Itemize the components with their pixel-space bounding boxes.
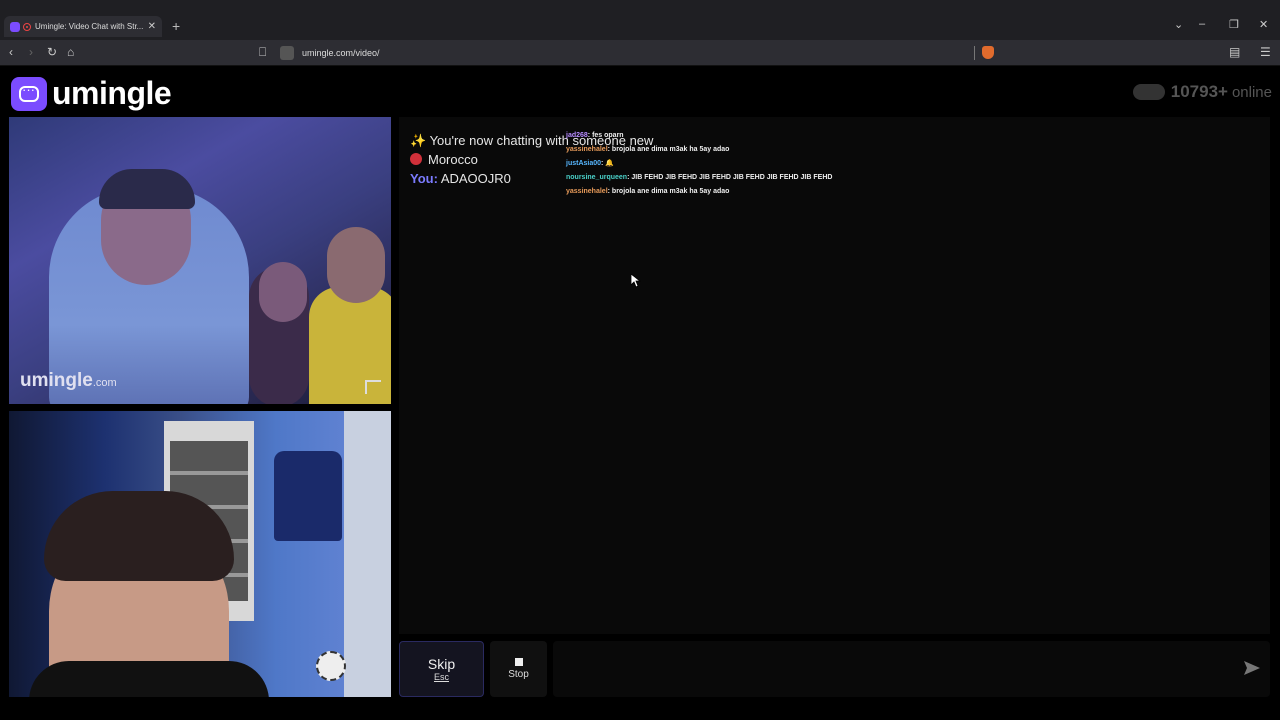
forward-arrow-icon[interactable]: › <box>29 45 33 59</box>
online-count: 10793+ <box>1170 82 1228 101</box>
site-info-icon[interactable] <box>280 46 294 60</box>
umingle-favicon-icon <box>10 21 20 32</box>
tab-close-icon[interactable]: ✕ <box>148 21 156 32</box>
country-text: Morocco <box>428 152 478 167</box>
country-line: Morocco <box>410 152 478 167</box>
stop-icon <box>514 658 523 666</box>
brave-shields-icon[interactable] <box>982 46 994 59</box>
report-flag-icon[interactable] <box>365 380 381 394</box>
you-label: You: <box>410 171 438 186</box>
umingle-page: umingle 10793+ online umingle.com ✨ You'… <box>0 67 1280 702</box>
you-value: ADAOOJR0 <box>440 171 511 186</box>
overlay-message: noursine_urqueen: JIB FEHD JIB FEHD JIB … <box>566 174 833 181</box>
close-window-button[interactable]: ✕ <box>1259 18 1268 31</box>
url-text: umingle.com/video/ <box>302 48 380 58</box>
browser-tab[interactable]: Umingle: Video Chat with Str... ✕ <box>4 16 162 37</box>
skip-button[interactable]: Skip Esc <box>399 641 484 697</box>
stream-chat-overlay: jad268: fes oparn yassinehalel: brojola … <box>566 129 832 199</box>
online-label: online <box>1231 83 1272 101</box>
message-input[interactable] <box>553 641 1270 697</box>
tab-search-chevron-icon[interactable]: ⌄ <box>1174 18 1183 31</box>
reload-icon[interactable]: ↻ <box>47 45 57 59</box>
stop-button[interactable]: Stop <box>490 641 547 697</box>
stranger-video: umingle.com <box>9 117 391 404</box>
mouse-cursor-icon <box>631 274 641 288</box>
overlay-message: justAsia00: 🔔 <box>566 160 615 167</box>
tab-title: Umingle: Video Chat with Str... <box>35 22 144 31</box>
logo-text: umingle <box>52 75 172 111</box>
restore-button[interactable]: ❐ <box>1229 18 1239 31</box>
minimize-button[interactable]: – <box>1199 18 1205 30</box>
new-tab-button[interactable]: + <box>172 18 180 34</box>
chat-panel: ✨ You're now chatting with someone new M… <box>399 117 1270 634</box>
home-icon[interactable]: ⌂ <box>67 45 74 59</box>
sidebar-icon[interactable]: ▤ <box>1229 45 1240 59</box>
online-toggle[interactable] <box>1132 84 1165 100</box>
address-bar-row: ‹ › ↻ ⌂ ⎕ umingle.com/video/ ▤ ☰ <box>0 40 1280 66</box>
browser-tab-bar: Umingle: Video Chat with Str... ✕ + ⌄ – … <box>0 0 1280 40</box>
you-line: You: ADAOOJR0 <box>410 171 511 186</box>
stop-label: Stop <box>508 669 529 680</box>
menu-icon[interactable]: ☰ <box>1260 45 1271 59</box>
send-icon[interactable] <box>1244 661 1260 675</box>
back-arrow-icon[interactable]: ‹ <box>9 45 13 59</box>
online-counter: 10793+ online <box>1132 82 1272 102</box>
overlay-message: yassinehalel: brojola ane dima m3ak ha 5… <box>566 188 730 195</box>
morocco-flag-icon <box>410 153 422 165</box>
skip-shortcut: Esc <box>433 672 449 682</box>
skip-label: Skip <box>427 656 456 672</box>
self-video <box>9 411 391 697</box>
umingle-logo[interactable]: umingle <box>11 75 172 112</box>
url-field[interactable]: umingle.com/video/ <box>280 43 976 63</box>
chat-bubble-logo-icon <box>11 76 47 111</box>
overlay-message: jad268: fes oparn <box>566 132 624 139</box>
overlay-message: yassinehalel: brojola ane dima m3ak ha 5… <box>566 146 730 153</box>
watermark-suffix: .com <box>92 377 117 389</box>
recording-icon <box>23 22 31 31</box>
video-watermark: umingle.com <box>20 370 117 392</box>
toolbar-divider <box>974 46 975 60</box>
watermark-text: umingle <box>20 370 93 391</box>
bookmark-icon[interactable]: ⎕ <box>259 45 266 60</box>
